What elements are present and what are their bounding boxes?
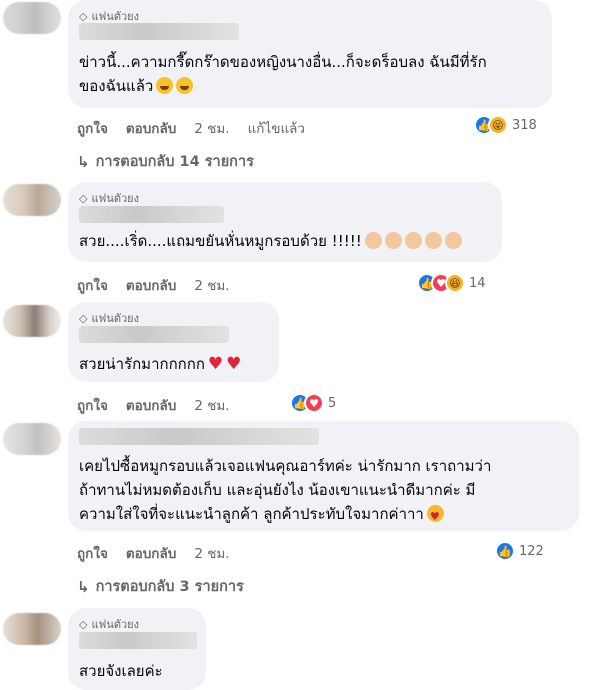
grinning-face-emoji: [156, 77, 174, 94]
comment-actions: ถูกใจ ตอบกลับ 2 ชม.: [77, 394, 230, 416]
comment-line: สวยจังเลยค่ะ: [79, 662, 163, 680]
comment-line-with-emoji: ของฉันแล้ว: [79, 74, 487, 98]
commenter-name[interactable]: [79, 428, 319, 445]
comment-actions: ถูกใจ ตอบกลับ 2 ชม. แก้ไขแล้ว: [77, 117, 305, 139]
reaction-summary[interactable]: 👍 ♥ 😆 14: [417, 273, 486, 293]
clap-emoji: [404, 232, 422, 249]
reaction-summary[interactable]: 👍 122: [495, 541, 544, 561]
like-link[interactable]: ถูกใจ: [77, 394, 108, 416]
comment-text: สวยน่ารักมากกกกก ♥ ♥: [79, 352, 241, 376]
commenter-avatar[interactable]: [3, 305, 61, 337]
like-icon: 👍: [495, 541, 515, 561]
like-link[interactable]: ถูกใจ: [77, 117, 108, 139]
smiling-face-with-hearts-emoji: [426, 505, 444, 529]
diamond-icon: ◇: [79, 191, 88, 205]
comment-line: เคยไปซื้อหมูกรอบแล้วเจอแฟนคุณอาร์ทค่ะ น่…: [79, 457, 492, 475]
comment-bubble: ◇ แฟนตัวยง สวยน่ารักมากกกกก ♥ ♥: [68, 302, 279, 382]
comment-line: ข่าวนี้...ความกรี๊ดกร๊าดของหญิงนางอื่น..…: [79, 53, 487, 71]
commenter-avatar[interactable]: [3, 2, 61, 34]
diamond-icon: ◇: [79, 311, 88, 325]
view-replies[interactable]: ↳ การตอบกลับ 14 รายการ: [77, 150, 254, 173]
like-link[interactable]: ถูกใจ: [77, 542, 108, 564]
commenter-name[interactable]: [79, 632, 197, 649]
badge-label: แฟนตัวยง: [91, 618, 140, 631]
reaction-count: 5: [328, 395, 337, 411]
reaction-summary[interactable]: 👍 ♥ 5: [290, 393, 336, 413]
commenter-avatar[interactable]: [3, 184, 61, 216]
comment-bubble: ◇ แฟนตัวยง สวย....เริ่ด....แถมขยันหั่นหม…: [68, 182, 502, 262]
replies-label: การตอบกลับ 14 รายการ: [95, 154, 254, 170]
comment-bubble: ◇ แฟนตัวยง สวยจังเลยค่ะ: [68, 608, 206, 690]
reaction-count: 14: [469, 275, 486, 291]
reaction-summary[interactable]: 👍 😝 318: [474, 115, 537, 135]
reply-arrow-icon: ↳: [77, 577, 90, 596]
comment-line: สวย....เริ่ด....แถมขยันหั่นหมูกรอบด้วย !…: [79, 232, 362, 250]
like-link[interactable]: ถูกใจ: [77, 274, 108, 296]
haha-icon: 😝: [488, 115, 508, 135]
reply-link[interactable]: ตอบกลับ: [126, 542, 176, 564]
clap-emoji: [364, 232, 382, 249]
diamond-icon: ◇: [79, 617, 88, 631]
comment-text: สวย....เริ่ด....แถมขยันหั่นหมูกรอบด้วย !…: [79, 229, 462, 253]
grinning-face-emoji: [176, 77, 194, 94]
timestamp[interactable]: 2 ชม.: [194, 394, 229, 416]
commenter-name[interactable]: [79, 326, 229, 343]
top-fan-badge: ◇ แฟนตัวยง: [79, 189, 139, 207]
comment-line: ถ้าทานไม่หมดต้องเก็บ และอุ่นยังไง น้องเข…: [79, 481, 476, 499]
top-fan-badge: ◇ แฟนตัวยง: [79, 309, 139, 327]
red-heart-emoji: ♥: [226, 354, 242, 374]
reaction-count: 122: [519, 543, 544, 559]
clap-emoji: [444, 232, 462, 249]
comment-text: ข่าวนี้...ความกรี๊ดกร๊าดของหญิงนางอื่น..…: [79, 50, 487, 98]
badge-label: แฟนตัวยง: [91, 312, 140, 325]
comment-line: ความใส่ใจที่จะแนะนำลูกค้า ลูกค้าประทับใจ…: [79, 505, 424, 523]
comment-text: เคยไปซื้อหมูกรอบแล้วเจอแฟนคุณอาร์ทค่ะ น่…: [79, 454, 492, 529]
reply-link[interactable]: ตอบกลับ: [126, 274, 176, 296]
reply-arrow-icon: ↳: [77, 152, 90, 171]
comment-line-with-emoji: ความใส่ใจที่จะแนะนำลูกค้า ลูกค้าประทับใจ…: [79, 502, 491, 529]
red-heart-emoji: ♥: [207, 354, 224, 374]
clap-emoji: [384, 232, 402, 249]
comment-line: ของฉันแล้ว: [79, 77, 154, 95]
timestamp[interactable]: 2 ชม.: [194, 542, 229, 564]
reply-link[interactable]: ตอบกลับ: [126, 117, 176, 139]
comment-actions: ถูกใจ ตอบกลับ 2 ชม.: [77, 542, 230, 564]
comment-line: สวยน่ารักมากกกกก: [79, 355, 205, 373]
commenter-avatar[interactable]: [3, 613, 61, 645]
comment-text: สวยจังเลยค่ะ: [79, 659, 163, 683]
view-replies[interactable]: ↳ การตอบกลับ 3 รายการ: [77, 575, 244, 598]
commenter-name[interactable]: [79, 23, 239, 40]
reply-link[interactable]: ตอบกลับ: [126, 394, 176, 416]
commenter-name[interactable]: [79, 206, 224, 223]
badge-label: แฟนตัวยง: [91, 192, 140, 205]
timestamp[interactable]: 2 ชม.: [194, 117, 229, 139]
haha-icon: 😆: [445, 273, 465, 293]
commenter-avatar[interactable]: [3, 423, 61, 455]
comment-bubble: ◇ แฟนตัวยง ข่าวนี้...ความกรี๊ดกร๊าดของหญ…: [68, 0, 552, 108]
replies-label: การตอบกลับ 3 รายการ: [95, 579, 244, 595]
clap-emoji: [424, 232, 442, 249]
top-fan-badge: ◇ แฟนตัวยง: [79, 615, 139, 633]
edited-label: แก้ไขแล้ว: [247, 121, 306, 137]
love-icon: ♥: [304, 393, 324, 413]
comment-actions: ถูกใจ ตอบกลับ 2 ชม.: [77, 274, 230, 296]
diamond-icon: ◇: [79, 9, 88, 23]
reaction-count: 318: [512, 117, 537, 133]
timestamp[interactable]: 2 ชม.: [194, 274, 229, 296]
comment-bubble: เคยไปซื้อหมูกรอบแล้วเจอแฟนคุณอาร์ทค่ะ น่…: [68, 421, 579, 531]
